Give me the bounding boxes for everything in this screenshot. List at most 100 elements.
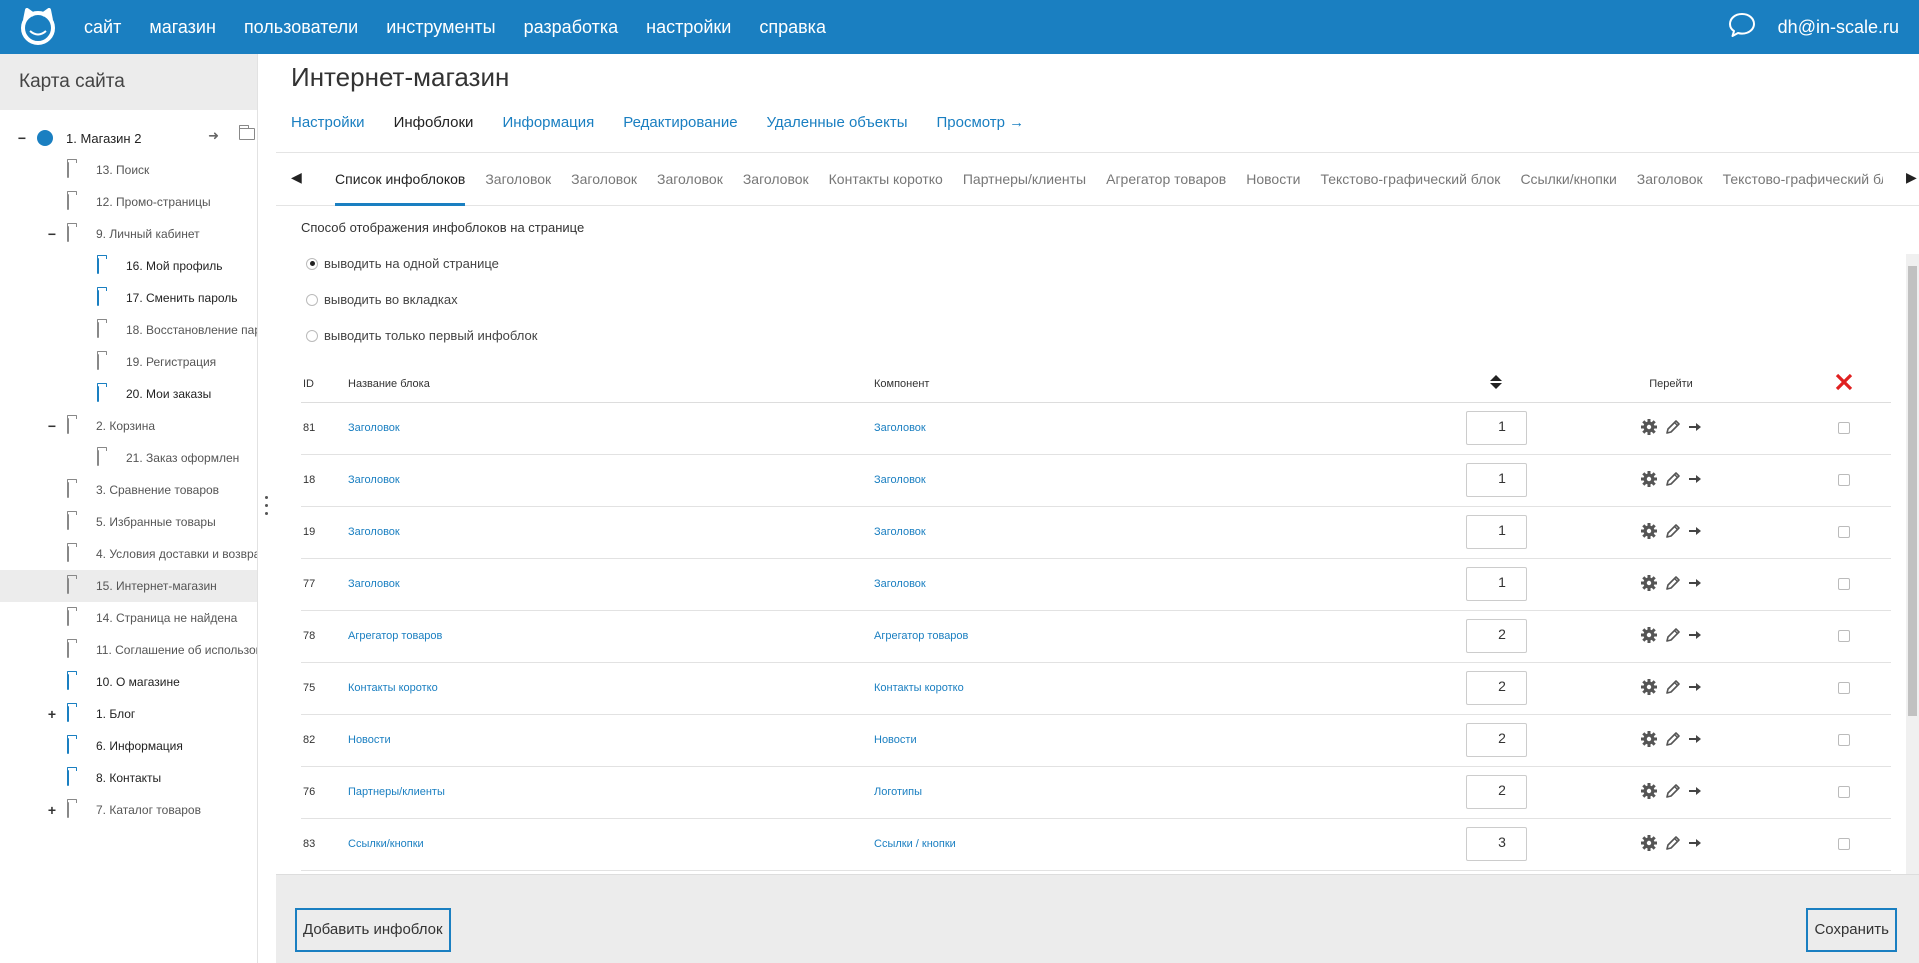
settings-gear-icon[interactable] [1640, 522, 1658, 543]
component-link[interactable]: Заголовок [874, 474, 926, 486]
tree-item-label[interactable]: 6. Информация [96, 739, 183, 753]
tree-item-label[interactable]: 17. Сменить пароль [126, 291, 238, 305]
row-checkbox[interactable] [1837, 786, 1850, 798]
priority-input[interactable]: 2 [1465, 775, 1527, 809]
tree-item-label[interactable]: 9. Личный кабинет [96, 227, 200, 241]
tree-item-label[interactable]: 3. Сравнение товаров [96, 483, 219, 497]
tree-item-label[interactable]: 14. Страница не найдена [96, 611, 237, 625]
goto-arrow-icon[interactable] [1688, 732, 1702, 749]
block-name-link[interactable]: Контакты коротко [348, 682, 438, 694]
tab-edit[interactable]: Редактирование [623, 114, 737, 141]
settings-gear-icon[interactable] [1640, 626, 1658, 647]
infoblock-tab[interactable]: Заголовок [485, 153, 551, 205]
tree-item[interactable]: 5. Избранные товары [0, 506, 257, 538]
edit-pencil-icon[interactable] [1664, 782, 1682, 803]
sidebar-resize-handle[interactable] [265, 496, 269, 524]
tab-preview[interactable]: Просмотр → [937, 114, 1025, 141]
tree-item-label[interactable]: 1. Блог [96, 707, 135, 721]
add-folder-icon[interactable] [238, 125, 255, 143]
row-checkbox[interactable] [1837, 578, 1850, 590]
nav-help[interactable]: справка [759, 17, 826, 38]
priority-input[interactable]: 1 [1465, 567, 1527, 601]
tree-item[interactable]: 10. О магазине [0, 666, 257, 698]
goto-arrow-icon[interactable] [1688, 680, 1702, 697]
radio-checked[interactable] [306, 257, 318, 270]
goto-arrow-icon[interactable] [1688, 420, 1702, 437]
nav-tools[interactable]: инструменты [386, 17, 495, 38]
infoblock-tab[interactable]: Заголовок [657, 153, 723, 205]
tab-infoblocks[interactable]: Инфоблоки [394, 114, 474, 141]
priority-input[interactable]: 1 [1465, 463, 1527, 497]
settings-gear-icon[interactable] [1640, 574, 1658, 595]
tree-item[interactable]: 8. Контакты [0, 762, 257, 794]
block-name-link[interactable]: Заголовок [348, 578, 400, 590]
tree-item-label[interactable]: 5. Избранные товары [96, 515, 216, 529]
block-name-link[interactable]: Ссылки/кнопки [348, 838, 424, 850]
edit-pencil-icon[interactable] [1664, 626, 1682, 647]
tree-item-label[interactable]: 15. Интернет-магазин [96, 579, 217, 593]
block-name-link[interactable]: Новости [348, 734, 391, 746]
row-checkbox[interactable] [1837, 838, 1850, 850]
tree-item[interactable]: − 9. Личный кабинет [0, 218, 257, 250]
settings-gear-icon[interactable] [1640, 418, 1658, 439]
infoblock-tab[interactable]: Ссылки/кнопки [1520, 153, 1616, 205]
tab-deleted-objects[interactable]: Удаленные объекты [767, 114, 908, 141]
tree-item-label[interactable]: 8. Контакты [96, 771, 161, 785]
row-checkbox[interactable] [1837, 526, 1850, 538]
nav-settings[interactable]: настройки [646, 17, 731, 38]
infoblock-tab[interactable]: Заголовок [1637, 153, 1703, 205]
priority-input[interactable]: 1 [1465, 411, 1527, 445]
tree-item[interactable]: + 7. Каталог товаров [0, 794, 257, 826]
infoblock-tab[interactable]: Заголовок [571, 153, 637, 205]
priority-input[interactable]: 3 [1465, 827, 1527, 861]
collapse-toggle[interactable]: − [16, 130, 28, 146]
infoblock-tab[interactable]: Текстово-графический блок [1723, 153, 1883, 205]
infoblock-tab[interactable]: Агрегатор товаров [1106, 153, 1226, 205]
tree-item-label[interactable]: 10. О магазине [96, 675, 180, 689]
display-mode-radio[interactable]: выводить только первый инфоблок [306, 328, 537, 343]
tree-item-label[interactable]: 13. Поиск [96, 163, 149, 177]
tree-item[interactable]: − 2. Корзина [0, 410, 257, 442]
tree-item[interactable]: 4. Условия доставки и возврата [0, 538, 257, 570]
tree-item-label[interactable]: 1. Магазин 2 [66, 131, 141, 146]
edit-pencil-icon[interactable] [1664, 418, 1682, 439]
scroll-left-icon[interactable]: ◀ [291, 169, 302, 186]
tree-item-selected[interactable]: 15. Интернет-магазин [0, 570, 257, 602]
tab-settings[interactable]: Настройки [291, 114, 365, 141]
block-name-link[interactable]: Агрегатор товаров [348, 630, 442, 642]
edit-pencil-icon[interactable] [1664, 678, 1682, 699]
nav-shop[interactable]: магазин [149, 17, 216, 38]
component-link[interactable]: Новости [874, 734, 917, 746]
settings-gear-icon[interactable] [1640, 730, 1658, 751]
collapse-toggle[interactable]: − [46, 418, 58, 434]
goto-arrow-icon[interactable] [1688, 472, 1702, 489]
goto-arrow-icon[interactable] [1688, 628, 1702, 645]
tree-item[interactable]: 14. Страница не найдена [0, 602, 257, 634]
user-account-link[interactable]: dh@in-scale.ru [1778, 17, 1899, 38]
sort-icon[interactable] [1446, 366, 1546, 403]
edit-pencil-icon[interactable] [1664, 834, 1682, 855]
tree-item[interactable]: 19. Регистрация [0, 346, 257, 378]
radio-unchecked[interactable] [306, 329, 318, 342]
delete-selected-icon[interactable] [1796, 366, 1891, 403]
settings-gear-icon[interactable] [1640, 834, 1658, 855]
row-checkbox[interactable] [1837, 630, 1850, 642]
display-mode-radio[interactable]: выводить на одной странице [306, 256, 499, 271]
tab-info[interactable]: Информация [502, 114, 594, 141]
goto-arrow-icon[interactable] [1688, 576, 1702, 593]
row-checkbox[interactable] [1837, 682, 1850, 694]
goto-arrow-icon[interactable] [1688, 784, 1702, 801]
nav-users[interactable]: пользователи [244, 17, 358, 38]
tree-item[interactable]: 16. Мой профиль [0, 250, 257, 282]
arrow-right-icon[interactable]: ➜ [208, 128, 219, 144]
settings-gear-icon[interactable] [1640, 470, 1658, 491]
nav-development[interactable]: разработка [524, 17, 619, 38]
tree-item-label[interactable]: 12. Промо-страницы [96, 195, 211, 209]
tree-item-label[interactable]: 21. Заказ оформлен [126, 451, 239, 465]
component-link[interactable]: Ссылки / кнопки [874, 838, 956, 850]
component-link[interactable]: Заголовок [874, 422, 926, 434]
nav-site[interactable]: сайт [84, 17, 121, 38]
component-link[interactable]: Логотипы [874, 786, 922, 798]
chat-icon[interactable] [1728, 12, 1756, 43]
tree-item-label[interactable]: 7. Каталог товаров [96, 803, 201, 817]
